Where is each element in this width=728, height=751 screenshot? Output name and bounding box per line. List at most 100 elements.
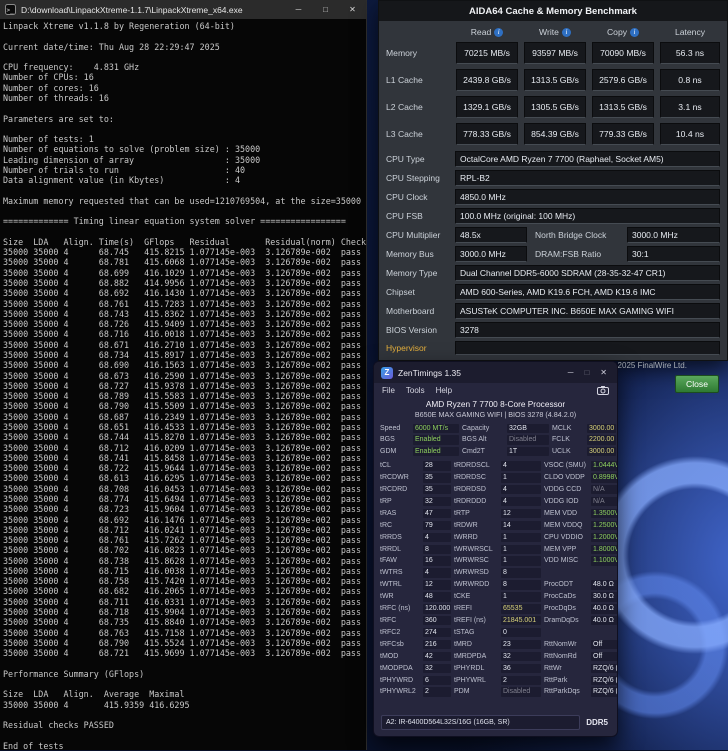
console-titlebar[interactable]: >_ D:\download\LinpackXtreme-1.1.7\Linpa…	[0, 0, 366, 19]
zt-value: Off	[591, 640, 618, 649]
info-row: CPU Type OctalCore AMD Ryzen 7 7700 (Raph…	[386, 151, 720, 167]
menu-file[interactable]: File	[382, 386, 395, 395]
console-window-controls: ─ □ ✕	[285, 0, 366, 19]
zt-value: 274	[423, 628, 451, 637]
info-label-2: DRAM:FSB Ratio	[532, 249, 622, 259]
zt-label-blank	[544, 568, 588, 577]
zt-label: tMOD	[380, 652, 420, 661]
zt-label: RttParkDqs	[544, 687, 588, 696]
bench-value-cell: 779.33 GB/s	[592, 123, 654, 145]
bench-value-cell: 70215 MB/s	[456, 42, 518, 64]
menu-tools[interactable]: Tools	[406, 386, 425, 395]
bench-header-read: Readi	[456, 27, 518, 37]
zt-label: MCLK	[552, 424, 584, 433]
zt-timings-grid: tCL28tRDRDSCL4VSOC (SMU)1.0444VtRCDWR35t…	[374, 458, 617, 699]
bench-value-cell: 778.33 GB/s	[456, 123, 518, 145]
info-row: Memory TypeDual Channel DDR5-6000 SDRAM …	[386, 265, 720, 281]
bench-value-cell: 70090 MB/s	[592, 42, 654, 64]
info-row: CPU Clock4850.0 MHz	[386, 189, 720, 205]
zt-value: 65535	[501, 604, 541, 613]
zt-value: 1.3500V	[591, 509, 618, 518]
zt-label: ProcCaDs	[544, 592, 588, 601]
zt-label: tRDRDDD	[454, 497, 498, 506]
zt-maximize-icon[interactable]: □	[584, 368, 589, 377]
zt-value: 2	[501, 676, 541, 685]
aida64-titlebar[interactable]: AIDA64 Cache & Memory Benchmark	[379, 1, 727, 21]
zt-value: RZQ/6 (40)	[591, 676, 618, 685]
maximize-icon[interactable]: □	[312, 0, 339, 19]
zt-label: CLDO VDDP	[544, 473, 588, 482]
memory-standard-label: DDR5	[586, 718, 610, 727]
bench-row-label: Memory	[386, 48, 450, 58]
info-icon[interactable]: i	[494, 28, 503, 37]
bench-row-label: L3 Cache	[386, 129, 450, 139]
minimize-icon[interactable]: ─	[285, 0, 312, 19]
zentimings-window: Z ZenTimings 1.35 ─ □ ✕ File Tools Help …	[373, 361, 618, 737]
zt-value: 42	[423, 652, 451, 661]
zt-value: 1	[501, 533, 541, 542]
close-button[interactable]: Close	[675, 375, 719, 393]
zentimings-menubar: File Tools Help	[374, 383, 617, 397]
zt-value: 360	[423, 616, 451, 625]
zt-value: 40.0 Ω	[591, 616, 618, 625]
zt-label: GDM	[380, 447, 410, 456]
info-label: BIOS Version	[386, 325, 450, 335]
zentimings-titlebar[interactable]: Z ZenTimings 1.35 ─ □ ✕	[374, 362, 617, 383]
bench-value-cell: 2439.8 GB/s	[456, 69, 518, 91]
screenshot-camera-icon[interactable]	[597, 386, 609, 395]
info-row: MotherboardASUSTeK COMPUTER INC. B650E M…	[386, 303, 720, 319]
zt-label: tRDRDSCL	[454, 461, 498, 470]
zt-label-blank	[544, 628, 588, 637]
zt-value: Enabled	[413, 447, 459, 456]
zt-label: tCL	[380, 461, 420, 470]
zt-bottom-bar: A2: IR-6400D564L32S/16G (16GB, SR) DDR5	[374, 712, 617, 736]
info-label: Chipset	[386, 287, 450, 297]
zt-label: FCLK	[552, 435, 584, 444]
bench-value-cell: 56.3 ns	[660, 42, 720, 64]
zt-value: 23	[501, 640, 541, 649]
zt-value: 40.0 Ω	[591, 604, 618, 613]
info-value: Dual Channel DDR5-6000 SDRAM (28-35-32-4…	[455, 265, 720, 281]
zt-label: MEM VPP	[544, 545, 588, 554]
menu-help[interactable]: Help	[436, 386, 452, 395]
zt-label: tRRDS	[380, 533, 420, 542]
bench-header-write: Writei	[524, 27, 586, 37]
info-icon[interactable]: i	[562, 28, 571, 37]
console-text[interactable]: Linpack Xtreme v1.1.8 by Regeneration (6…	[0, 19, 366, 751]
zt-value: Disabled	[501, 687, 541, 696]
zt-minimize-icon[interactable]: ─	[568, 368, 574, 377]
zt-value: 4	[423, 533, 451, 542]
info-icon[interactable]: i	[630, 28, 639, 37]
zt-value: N/A	[591, 497, 618, 506]
info-label: CPU Type	[386, 154, 450, 164]
memory-module-select[interactable]: A2: IR-6400D564L32S/16G (16GB, SR)	[381, 715, 580, 730]
zt-label: RttWr	[544, 664, 588, 673]
info-label-2: North Bridge Clock	[532, 230, 622, 240]
zt-value: 48.0 Ω	[591, 580, 618, 589]
close-icon[interactable]: ✕	[339, 0, 366, 19]
zt-label: tSTAG	[454, 628, 498, 637]
zt-label: RttNomWr	[544, 640, 588, 649]
info-value: 4850.0 MHz	[455, 189, 720, 205]
info-value: OctalCore AMD Ryzen 7 7700 (Raphael, Soc…	[455, 151, 720, 167]
zt-value: 8	[501, 568, 541, 577]
zt-value: 32	[423, 497, 451, 506]
zt-label: BGS Alt	[462, 435, 504, 444]
zt-value: 12	[423, 580, 451, 589]
zt-label: tWRRD	[454, 533, 498, 542]
zt-value: 4	[501, 461, 541, 470]
zt-value: 35	[423, 473, 451, 482]
bench-header-label: Write	[539, 27, 559, 37]
zt-value: 3000.00	[587, 424, 616, 433]
zentimings-window-title: ZenTimings 1.35	[398, 368, 563, 378]
info-row: ChipsetAMD 600-Series, AMD K19.6 FCH, AM…	[386, 284, 720, 300]
zt-value: Disabled	[507, 435, 549, 444]
zentimings-window-controls: ─ □ ✕	[568, 368, 610, 377]
zt-close-icon[interactable]: ✕	[600, 368, 607, 377]
zt-label: RttPark	[544, 676, 588, 685]
zt-value: 16	[423, 556, 451, 565]
zt-value: RZQ/6 (40)	[591, 664, 618, 673]
bench-value-cell: 93597 MB/s	[524, 42, 586, 64]
zt-label: ProcODT	[544, 580, 588, 589]
info-value-2: 30:1	[627, 246, 720, 262]
